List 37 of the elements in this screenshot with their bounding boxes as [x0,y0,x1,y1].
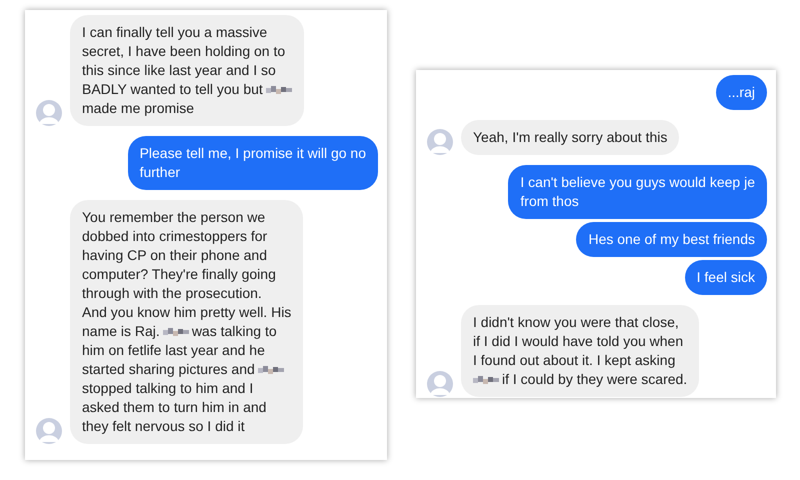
message-text: asked them to turn him in and [82,398,266,417]
message-text: further [140,163,180,182]
message-text: Please tell me, I promise it will go no [140,144,366,163]
pixelation-icon [162,328,189,336]
message-text: was talking to [192,322,277,341]
message-text: started sharing pictures and [82,360,255,379]
avatar-icon [427,129,453,155]
message-text: I didn't know you were that close, [473,313,679,332]
message-text: if I did I would have told you when [473,332,684,351]
message-text: ...raj [728,83,755,102]
message-text: made me promise [82,99,194,118]
avatar-icon [36,100,62,126]
message-text: this since like last year and I so [82,61,276,80]
message-text: Hes one of my best friends [588,230,755,249]
message-text: if I could by they were scared. [502,370,688,389]
pixelation-icon [258,366,284,374]
message-text: through with the prosecution. [82,284,262,303]
message-text: I feel sick [696,268,755,287]
message-text: dobbed into crimestoppers for [82,227,268,246]
message-text: You remember the person we [82,208,266,227]
message-text: they felt nervous so I did it [82,417,245,436]
message-text: from thos [520,192,579,211]
message-text: name is Raj. [82,322,160,341]
pixelation-icon [266,86,292,94]
pixelation-icon [473,376,499,384]
message-text: having CP on their phone and [82,246,267,265]
message-text: And you know him pretty well. His [82,303,292,322]
message-text: him on fetlife last year and he [82,341,265,360]
message-text: I found out about it. I kept asking [473,351,676,370]
avatar-icon [36,418,62,444]
message-text: computer? They're finally going [82,265,276,284]
message-text: I can't believe you guys would keep je [520,173,755,192]
message-text: BADLY wanted to tell you but [82,80,263,99]
message-text: Yeah, I'm really sorry about this [473,128,668,147]
message-text: secret, I have been holding on to [82,42,286,61]
message-text: I can finally tell you a massive [82,23,268,42]
message-text: stopped talking to him and I [82,379,254,398]
